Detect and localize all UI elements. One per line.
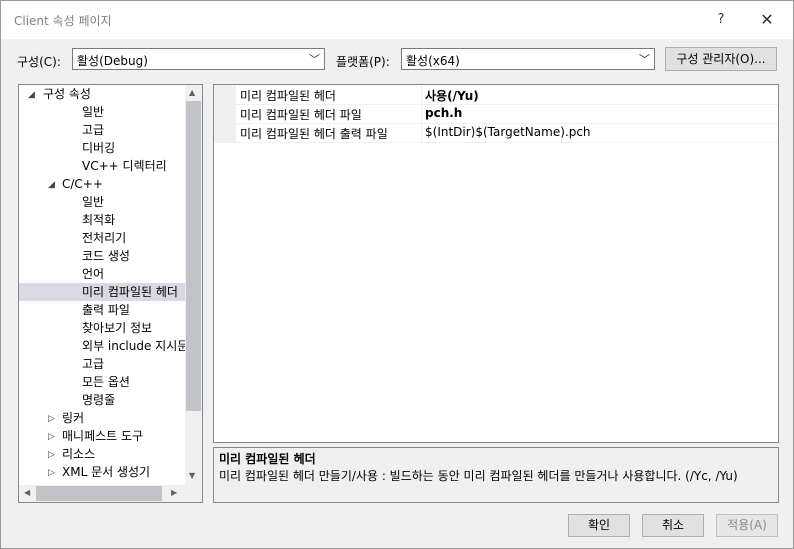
tree-item[interactable]: 명령줄	[19, 391, 185, 409]
tree-item[interactable]: 일반	[19, 193, 185, 211]
tree-item[interactable]: 외부 include 지시문	[19, 337, 189, 355]
property-value[interactable]: pch.h	[425, 106, 462, 120]
property-row[interactable]: 미리 컴파일된 헤더 사용(/Yu)	[214, 85, 778, 105]
column-divider	[421, 85, 422, 104]
tree-item[interactable]: ▷ 매니페스트 도구	[19, 427, 185, 445]
tree-item[interactable]: VC++ 디렉터리	[19, 157, 185, 175]
tree-item-label: 언어	[82, 267, 105, 281]
description-title: 미리 컴파일된 헤더	[219, 452, 316, 466]
tree-item-label: 최적화	[82, 213, 116, 227]
property-name: 미리 컴파일된 헤더 파일	[240, 108, 362, 122]
chevron-down-icon: ﹀	[309, 53, 320, 66]
property-row[interactable]: 미리 컴파일된 헤더 출력 파일 $(IntDir)$(TargetName).p…	[214, 123, 778, 143]
tree-item[interactable]: 코드 생성	[19, 247, 185, 265]
configuration-label: 구성(C):	[17, 55, 61, 69]
tree-item[interactable]: 출력 파일	[19, 301, 185, 319]
close-button[interactable]: ✕	[753, 9, 781, 31]
property-name: 미리 컴파일된 헤더	[240, 89, 336, 103]
scroll-right-icon[interactable]: ▶	[171, 488, 177, 497]
tree-item[interactable]: 언어	[19, 265, 185, 283]
scroll-corner	[185, 485, 202, 502]
configuration-dropdown[interactable]: 활성(Debug) ﹀	[72, 48, 325, 70]
tree-item[interactable]: ◢ 구성 속성	[19, 85, 185, 103]
property-tree[interactable]: ◢ 구성 속성 일반 고급 디버깅 VC++ 디렉터리 ◢ C/C++ 일반 최적화 전처리기 코드 …	[18, 84, 203, 503]
tree-item[interactable]: 모든 옵션	[19, 373, 185, 391]
tree-item[interactable]: ▷ 리소스	[19, 445, 185, 463]
expand-arrow-icon[interactable]: ▷	[48, 410, 55, 428]
tree-item-label: 고급	[82, 123, 105, 137]
platform-dropdown[interactable]: 활성(x64) ﹀	[401, 48, 655, 70]
tree-item-label: 찾아보기 정보	[82, 321, 153, 335]
property-value[interactable]: 사용(/Yu)	[425, 87, 479, 104]
collapse-arrow-icon[interactable]: ◢	[48, 176, 55, 194]
configuration-value: 활성(Debug)	[77, 54, 148, 68]
tree-item-label: 링커	[62, 411, 85, 425]
property-name: 미리 컴파일된 헤더 출력 파일	[240, 127, 388, 141]
tree-item[interactable]: 최적화	[19, 211, 185, 229]
tree-hscroll-thumb[interactable]	[36, 486, 162, 501]
tree-item-label: 미리 컴파일된 헤더	[82, 285, 178, 299]
tree-item-label: 구성 속성	[43, 87, 91, 101]
tree-scroll-thumb[interactable]	[186, 101, 201, 411]
tree-horizontal-scrollbar[interactable]: ◀ ▶	[19, 485, 185, 502]
tree-item[interactable]: 고급	[19, 355, 185, 373]
tree-item-label: 출력 파일	[82, 303, 130, 317]
scroll-down-icon[interactable]: ▼	[189, 471, 195, 480]
tree-item-label: 전처리기	[82, 231, 127, 245]
tree-item-label: 명령줄	[82, 393, 116, 407]
cancel-button[interactable]: 취소	[642, 514, 704, 537]
tree-item[interactable]: 고급	[19, 121, 185, 139]
window-title: Client 속성 페이지	[14, 14, 112, 28]
description-panel: 미리 컴파일된 헤더 미리 컴파일된 헤더 만들기/사용 : 빌드하는 동안 미…	[213, 447, 779, 503]
collapse-arrow-icon[interactable]: ◢	[28, 86, 35, 104]
ok-button[interactable]: 확인	[568, 514, 630, 537]
property-pages-dialog: Client 속성 페이지 ? ✕ 구성(C): 활성(Debug) ﹀ 플랫폼…	[0, 0, 794, 549]
expand-arrow-icon[interactable]: ▷	[48, 428, 55, 446]
row-gutter	[214, 104, 236, 123]
tree-item-label: 디버깅	[82, 141, 116, 155]
property-value[interactable]: $(IntDir)$(TargetName).pch	[425, 125, 591, 139]
column-divider	[421, 123, 422, 142]
description-text: 미리 컴파일된 헤더 만들기/사용 : 빌드하는 동안 미리 컴파일된 헤더를 …	[219, 469, 738, 483]
help-button[interactable]: ?	[709, 9, 733, 31]
tree-item-label: 모든 옵션	[82, 375, 130, 389]
scroll-up-icon[interactable]: ▲	[189, 88, 195, 97]
expand-arrow-icon[interactable]: ▷	[48, 446, 55, 464]
tree-item-label: XML 문서 생성기	[62, 465, 151, 479]
column-divider	[421, 104, 422, 123]
tree-item[interactable]: 일반	[19, 103, 185, 121]
tree-item[interactable]: ▷ 링커	[19, 409, 185, 427]
configuration-manager-button[interactable]: 구성 관리자(O)...	[665, 47, 777, 71]
tree-item[interactable]: ▷ XML 문서 생성기	[19, 463, 185, 481]
tree-item-label: 일반	[82, 105, 105, 119]
platform-value: 활성(x64)	[406, 54, 460, 68]
tree-item-label: C/C++	[62, 177, 103, 191]
tree-vertical-scrollbar[interactable]: ▲ ▼	[185, 85, 202, 485]
expand-arrow-icon[interactable]: ▷	[48, 464, 55, 482]
tree-item[interactable]: 전처리기	[19, 229, 185, 247]
platform-label: 플랫폼(P):	[336, 55, 390, 69]
row-gutter	[214, 123, 236, 142]
tree-item[interactable]: 디버깅	[19, 139, 185, 157]
tree-item-label: 리소스	[62, 447, 96, 461]
tree-item-label: 고급	[82, 357, 105, 371]
scroll-left-icon[interactable]: ◀	[24, 488, 30, 497]
title-bar: Client 속성 페이지 ? ✕	[1, 1, 793, 39]
tree-item-label: 일반	[82, 195, 105, 209]
chevron-down-icon: ﹀	[639, 53, 650, 66]
tree-item[interactable]: 찾아보기 정보	[19, 319, 185, 337]
tree-item-label: 코드 생성	[82, 249, 130, 263]
tree-item-label: 외부 include 지시문	[82, 339, 189, 353]
property-row[interactable]: 미리 컴파일된 헤더 파일 pch.h	[214, 104, 778, 124]
property-grid[interactable]: 미리 컴파일된 헤더 사용(/Yu) 미리 컴파일된 헤더 파일 pch.h 미리 컴파…	[213, 84, 779, 443]
apply-button[interactable]: 적용(A)	[716, 514, 778, 537]
tree-item-label: VC++ 디렉터리	[82, 159, 167, 173]
tree-item[interactable]: 미리 컴파일된 헤더	[19, 283, 185, 301]
tree-item-label: 매니페스트 도구	[62, 429, 144, 443]
tree-item[interactable]: ◢ C/C++	[19, 175, 185, 193]
row-gutter	[214, 85, 236, 104]
